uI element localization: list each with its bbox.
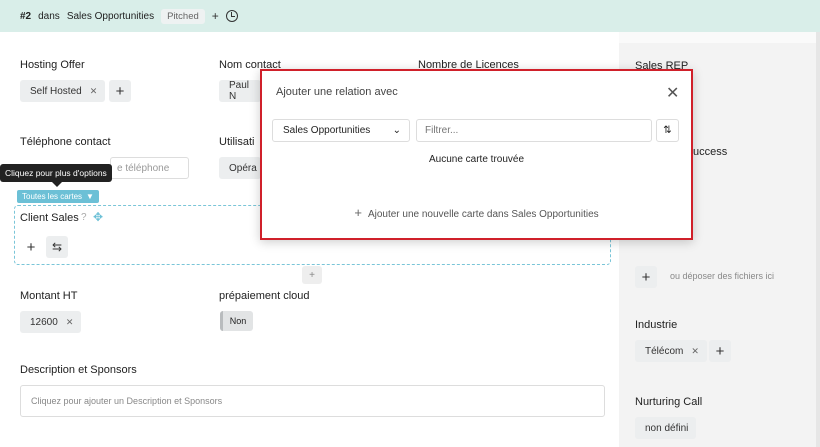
collection-select[interactable]: Sales Opportunities ⌄ xyxy=(272,119,410,142)
remove-icon[interactable]: ✕ xyxy=(90,86,98,97)
status-badge[interactable]: Pitched xyxy=(161,8,205,24)
nurturing-value[interactable]: non défini xyxy=(635,417,697,439)
nurturing-label: Nurturing Call xyxy=(635,396,703,408)
telephone-label: Téléphone contact xyxy=(20,136,111,148)
hosting-offer-label: Hosting Offer xyxy=(20,59,85,71)
add-client-button[interactable]: + xyxy=(20,236,42,258)
move-icon[interactable]: ✥ xyxy=(93,210,103,224)
swap-icon[interactable]: ⇆ xyxy=(46,236,68,258)
all-cards-label: Toutes les cartes xyxy=(22,192,83,201)
sidebar-band xyxy=(619,32,816,43)
options-tooltip: Cliquez pour plus d'options xyxy=(0,164,112,187)
remove-icon[interactable]: ✕ xyxy=(691,346,699,357)
collection-select-value: Sales Opportunities xyxy=(283,125,371,136)
chevron-down-icon: ⌄ xyxy=(392,125,401,136)
add-hosting-button[interactable]: + xyxy=(109,80,131,102)
collection-link[interactable]: Sales Opportunities xyxy=(67,11,154,22)
drop-files-hint: ou déposer des fichiers ici xyxy=(670,271,775,281)
plus-icon: + xyxy=(354,205,362,220)
description-input[interactable]: Cliquez pour ajouter un Description et S… xyxy=(20,385,605,417)
montant-chip[interactable]: 12600 ✕ xyxy=(20,311,82,333)
hosting-offer-value: Self Hosted xyxy=(30,85,82,97)
in-label: dans xyxy=(38,10,60,22)
success-label: uccess xyxy=(693,146,728,158)
modal-title: Ajouter une relation avec xyxy=(276,86,398,98)
add-file-button[interactable]: + xyxy=(635,266,657,288)
add-field-button[interactable]: + xyxy=(302,266,322,284)
telephone-input[interactable]: e téléphone xyxy=(110,157,189,179)
industrie-label: Industrie xyxy=(635,319,678,331)
record-header: #2 dans Sales Opportunities Pitched + xyxy=(0,0,820,32)
add-icon[interactable]: + xyxy=(212,9,219,23)
caret-down-icon: ▼ xyxy=(86,192,94,201)
remove-icon[interactable]: ✕ xyxy=(66,317,74,328)
all-cards-dropdown[interactable]: Toutes les cartes ▼ xyxy=(17,190,99,203)
nurturing-text: non défini xyxy=(645,422,689,434)
client-sales-label: Client Sales xyxy=(20,212,79,224)
nom-contact-text: Paul N xyxy=(229,80,250,102)
record-number: #2 xyxy=(20,10,32,22)
prepaiement-label: prépaiement cloud xyxy=(219,290,310,302)
add-industrie-button[interactable]: + xyxy=(709,340,731,362)
utilisation-value[interactable]: Opéra xyxy=(219,157,261,179)
empty-message: Aucune carte trouvée xyxy=(428,154,525,165)
hosting-offer-chip[interactable]: Self Hosted ✕ xyxy=(20,80,106,102)
close-icon[interactable]: ✕ xyxy=(666,83,679,103)
help-icon[interactable]: ? xyxy=(81,212,87,223)
scrollbar[interactable] xyxy=(816,32,820,447)
utilisation-label: Utilisati xyxy=(219,136,255,148)
add-new-card-label: Ajouter une nouvelle carte dans Sales Op… xyxy=(367,209,599,220)
montant-label: Montant HT xyxy=(20,290,78,302)
montant-value: 12600 xyxy=(30,316,58,328)
clock-icon[interactable] xyxy=(225,10,238,22)
filter-input[interactable] xyxy=(416,119,652,142)
sort-icon[interactable]: ⇅ xyxy=(656,119,679,142)
utilisation-text: Opéra xyxy=(229,162,257,174)
add-new-card-link[interactable]: + Ajouter une nouvelle carte dans Sales O… xyxy=(262,205,691,220)
nom-contact-value[interactable]: Paul N xyxy=(219,80,261,102)
relation-modal: Ajouter une relation avec ✕ Sales Opport… xyxy=(260,69,693,240)
description-label: Description et Sponsors xyxy=(20,364,137,376)
prepaiement-toggle[interactable]: Non xyxy=(220,311,253,331)
industrie-value: Télécom xyxy=(645,345,684,357)
industrie-chip[interactable]: Télécom ✕ xyxy=(635,340,707,362)
